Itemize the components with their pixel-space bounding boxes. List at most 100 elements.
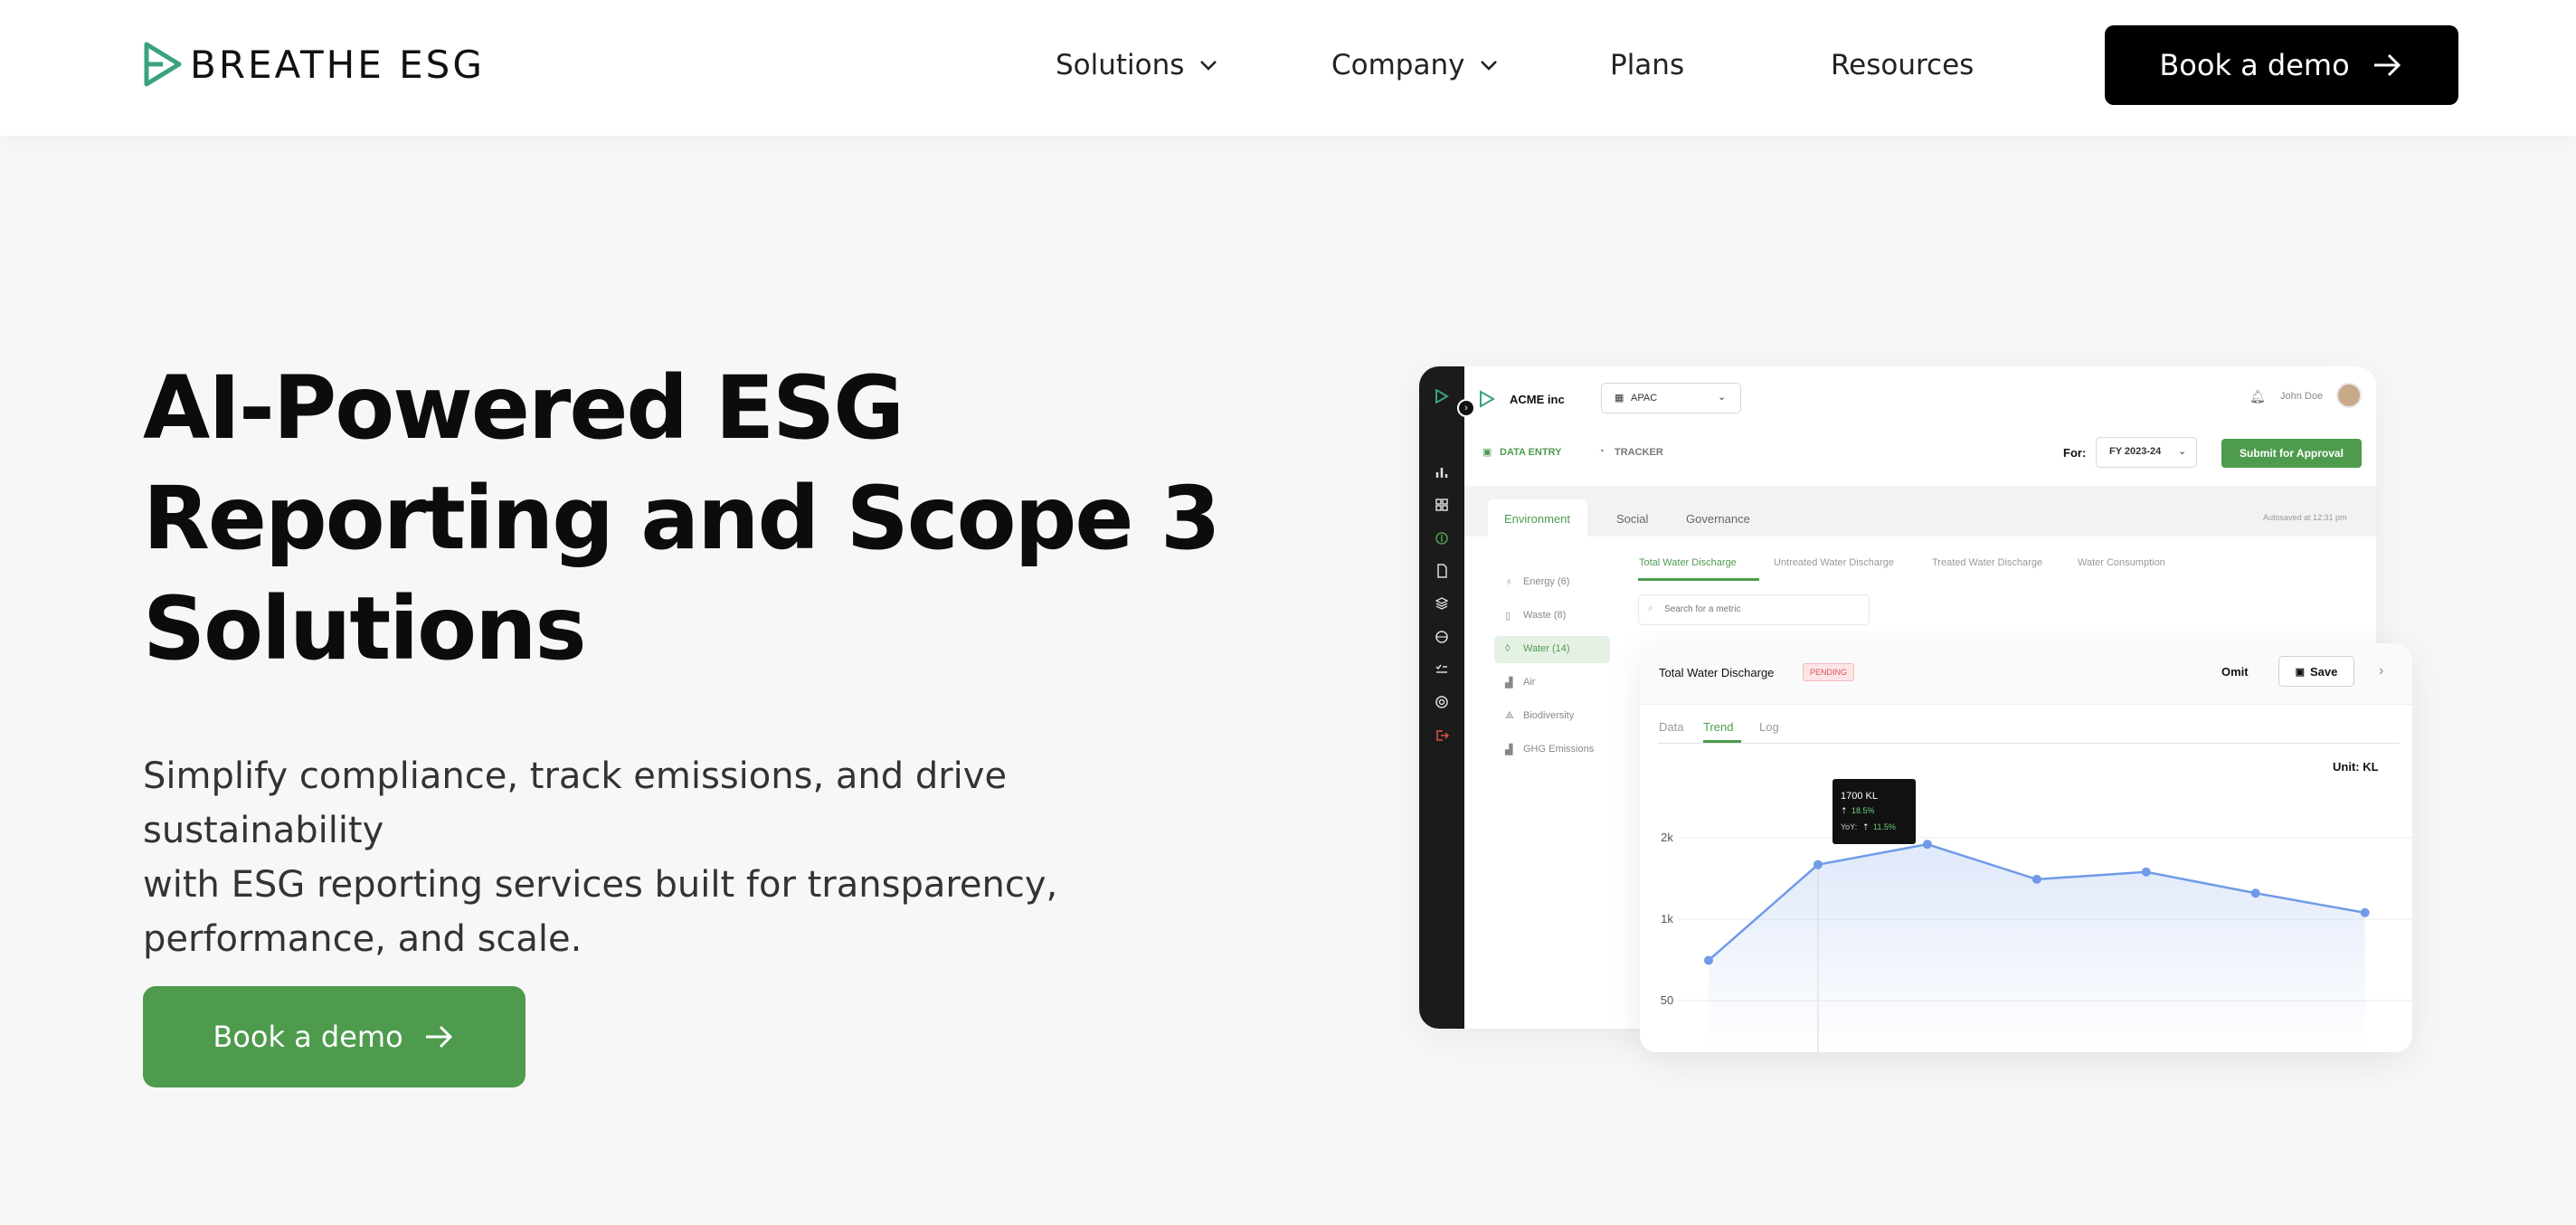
document-icon[interactable] <box>1435 564 1449 578</box>
hero-subtitle: Simplify compliance, track emissions, an… <box>143 749 1246 966</box>
book-demo-label: Book a demo <box>2159 48 2350 82</box>
building-icon: ▦ <box>1615 393 1624 404</box>
tab-tracker[interactable]: TRACKER <box>1615 447 1663 458</box>
tab-data-entry[interactable]: DATA ENTRY <box>1500 447 1561 458</box>
bar-chart-icon[interactable] <box>1435 465 1449 480</box>
sidebar-item-waste[interactable]: Waste (8) <box>1523 610 1566 621</box>
sidebar-toggle[interactable]: › <box>1457 399 1475 417</box>
avatar[interactable] <box>2336 383 2362 408</box>
chevron-right-icon[interactable]: › <box>2379 663 2383 679</box>
tooltip-value: 1700 KL <box>1841 791 1878 802</box>
nav-solutions[interactable]: Solutions <box>1056 45 1220 85</box>
subtab-underline <box>1703 740 1741 743</box>
autosave-status: Autosaved at 12:31 pm <box>2263 513 2347 522</box>
hero-subtitle-line: performance, and scale. <box>143 918 582 960</box>
metric-tab-consumption[interactable]: Water Consumption <box>2078 557 2165 568</box>
nav-company-label: Company <box>1331 49 1465 81</box>
sidebar-item-air[interactable]: Air <box>1523 677 1535 688</box>
metric-detail-card: Total Water Discharge PENDING Omit ▣ Sav… <box>1640 643 2412 1052</box>
chart-data-point <box>2250 888 2260 898</box>
nav-resources[interactable]: Resources <box>1831 45 1974 85</box>
save-button[interactable]: ▣ Save <box>2278 656 2354 687</box>
search-icon: ⌕ <box>1648 603 1653 613</box>
metric-tab-untreated[interactable]: Untreated Water Discharge <box>1774 557 1894 568</box>
chart-data-point <box>1922 840 1932 850</box>
chart-data-point <box>2031 874 2041 884</box>
subtab-divider <box>1658 743 2400 744</box>
bell-icon[interactable]: 🔔︎ <box>2249 389 2266 404</box>
org-name: ACME inc <box>1510 393 1565 406</box>
omit-button[interactable]: Omit <box>2221 665 2249 679</box>
bulb-icon: ♁ <box>1505 576 1513 587</box>
card-title: Total Water Discharge <box>1659 666 1775 679</box>
subtab-data[interactable]: Data <box>1659 720 1683 734</box>
status-badge: PENDING <box>1803 663 1855 681</box>
book-demo-label: Book a demo <box>213 1020 403 1054</box>
trend-up-icon: ⇡ <box>1862 822 1870 831</box>
grid-icon[interactable] <box>1435 498 1449 512</box>
chart-data-point <box>1704 955 1713 965</box>
factory-icon: ▟ <box>1505 678 1513 688</box>
tab-social[interactable]: Social <box>1616 512 1648 526</box>
submit-approval-button[interactable]: Submit for Approval <box>2221 439 2362 468</box>
fiscal-year-select[interactable]: FY 2023-24 ⌄ <box>2096 437 2197 468</box>
region-value: APAC <box>1631 393 1658 404</box>
y-tick-label: 2k <box>1661 831 1673 844</box>
nav-plans-label: Plans <box>1610 49 1685 81</box>
for-label: For: <box>2063 446 2087 460</box>
sidebar-item-water[interactable]: Water (14) <box>1523 643 1570 654</box>
sidebar-item-biodiversity[interactable]: Biodiversity <box>1523 710 1574 721</box>
y-tick-label: 1k <box>1661 912 1673 926</box>
layers-icon[interactable] <box>1435 596 1449 611</box>
metric-search-input[interactable]: ⌕ Search for a metric <box>1638 594 1870 625</box>
sidebar-item-ghg[interactable]: GHG Emissions <box>1523 744 1594 755</box>
chevron-down-icon: ⌄ <box>1718 392 1727 403</box>
logo-mark-icon <box>144 42 182 87</box>
subtab-trend[interactable]: Trend <box>1703 720 1733 734</box>
globe-icon[interactable] <box>1435 630 1449 644</box>
y-tick-label: 50 <box>1661 993 1673 1007</box>
logo-text: BREATHE ESG <box>190 42 485 87</box>
nav-company[interactable]: Company <box>1331 45 1501 85</box>
chart-tooltip: 1700 KL ⇡ 18.5% YoY: ⇡ 11.5% <box>1833 779 1916 844</box>
arrow-right-icon <box>425 1025 452 1049</box>
nav-solutions-label: Solutions <box>1056 49 1185 81</box>
fiscal-year-value: FY 2023-24 <box>2109 446 2162 457</box>
brand-logo[interactable]: BREATHE ESG <box>143 42 485 87</box>
arrow-right-icon <box>2373 53 2401 77</box>
logout-icon[interactable] <box>1435 728 1449 743</box>
app-nav-rail <box>1419 366 1464 1029</box>
tooltip-change: 18.5% <box>1852 806 1875 815</box>
region-select[interactable]: ▦ APAC ⌄ <box>1601 383 1741 413</box>
org-logo-icon <box>1480 390 1495 408</box>
pillar-tabbar <box>1464 486 2376 537</box>
hero-title-line: AI-Powered ESG <box>143 357 904 459</box>
book-demo-button-nav[interactable]: Book a demo <box>2105 25 2458 105</box>
tab-governance[interactable]: Governance <box>1686 512 1750 526</box>
subtab-log[interactable]: Log <box>1759 720 1779 734</box>
sidebar-item-energy[interactable]: Energy (6) <box>1523 576 1569 587</box>
clipboard-icon: ▣ <box>1482 447 1492 458</box>
hero-title-line: Solutions <box>143 578 587 679</box>
tree-icon: ⟁ <box>1505 710 1514 721</box>
chart-data-point <box>1813 859 1823 869</box>
nav-plans[interactable]: Plans <box>1610 45 1684 85</box>
target-icon[interactable] <box>1435 695 1449 709</box>
hero-subtitle-line: Simplify compliance, track emissions, an… <box>143 755 1008 851</box>
tasks-icon[interactable] <box>1435 662 1449 677</box>
metric-tab-underline <box>1638 578 1759 581</box>
factory-icon: ▟ <box>1505 745 1513 755</box>
pie-icon: ◔ <box>1598 446 1605 457</box>
metric-tab-total[interactable]: Total Water Discharge <box>1639 557 1737 568</box>
tab-environment-label: Environment <box>1504 512 1570 526</box>
trend-up-icon: ⇡ <box>1841 806 1848 815</box>
leaf-icon[interactable] <box>1435 531 1449 546</box>
trend-chart: 2k 1k 50 1700 KL ⇡ 18.5% YoY: ⇡ 11.5% <box>1661 779 2412 1052</box>
chart-data-point <box>2141 867 2151 877</box>
hero-title-line: Reporting and Scope 3 <box>143 468 1221 569</box>
chart-data-point <box>2360 907 2370 917</box>
search-placeholder: Search for a metric <box>1664 604 1741 614</box>
metric-tab-treated[interactable]: Treated Water Discharge <box>1932 557 2042 568</box>
book-demo-button-hero[interactable]: Book a demo <box>143 986 526 1087</box>
chevron-down-icon <box>1200 61 1217 71</box>
